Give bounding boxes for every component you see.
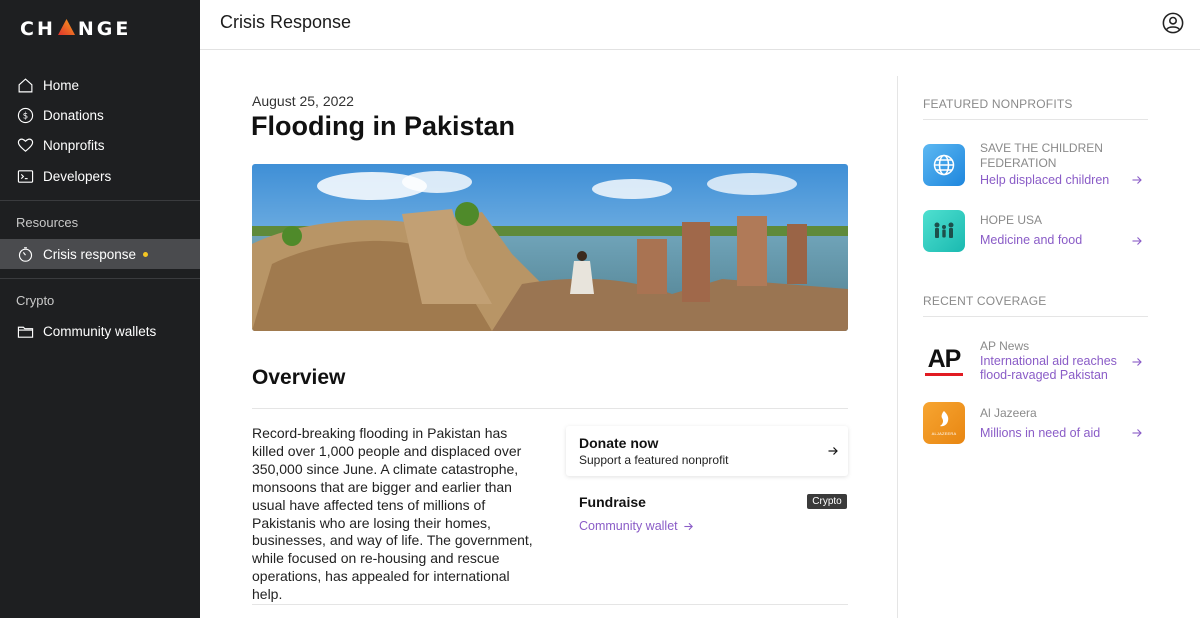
arrow-right-icon (827, 444, 839, 462)
arrow-right-icon[interactable] (1131, 355, 1143, 373)
sidebar-item-developers[interactable]: Developers (0, 161, 200, 191)
dollar-circle-icon: $ (16, 106, 34, 124)
sidebar-item-nonprofits[interactable]: Nonprofits (0, 130, 200, 160)
nonprofit-name-hope-usa: HOPE USA (980, 213, 1043, 227)
al-jazeera-emblem-icon (940, 411, 949, 427)
sidebar-section-crypto: Crypto (16, 293, 55, 308)
sidebar-section-resources: Resources (16, 215, 79, 230)
al-jazeera-logo: ALJAZEERA (923, 402, 965, 444)
right-column-divider (897, 76, 898, 618)
coverage-link-millions-in-need[interactable]: Millions in need of aid (980, 426, 1125, 440)
globe-icon (923, 144, 965, 186)
overview-heading: Overview (252, 366, 346, 389)
arrow-right-icon[interactable] (1131, 234, 1143, 252)
sidebar-item-crisis-response[interactable]: Crisis response (0, 239, 200, 269)
overview-divider (252, 408, 848, 409)
section-divider (252, 604, 848, 605)
sidebar-divider (0, 200, 200, 201)
logo-triangle-icon (57, 18, 75, 40)
community-wallet-link[interactable]: Community wallet (579, 519, 694, 533)
featured-nonprofits-heading: FEATURED NONPROFITS (923, 97, 1073, 111)
coverage-source-ap-news: AP News (980, 339, 1030, 353)
folder-icon (16, 322, 34, 340)
donate-now-title: Donate now (579, 435, 659, 451)
nonprofit-link-help-displaced-children[interactable]: Help displaced children (980, 173, 1125, 187)
sidebar-item-community-wallets[interactable]: Community wallets (0, 316, 200, 346)
change-logo[interactable]: CH NGE (20, 17, 131, 41)
top-header: Crisis Response (200, 0, 1200, 50)
coverage-source-al-jazeera: Al Jazeera (980, 406, 1037, 420)
sidebar: CH NGE Home $ Donations Nonprofits Devel… (0, 0, 200, 618)
coverage-divider (923, 316, 1148, 317)
page-header-title: Crisis Response (220, 12, 352, 32)
fundraise-title: Fundraise (579, 494, 646, 510)
family-icon (923, 210, 965, 252)
article-date: August 25, 2022 (252, 93, 354, 109)
svg-text:$: $ (22, 111, 27, 121)
arrow-right-icon (683, 521, 694, 532)
featured-divider (923, 119, 1148, 120)
heart-icon (16, 136, 34, 154)
nonprofit-name-save-the-children: SAVE THE CHILDREN FEDERATION (980, 141, 1103, 170)
arrow-right-icon[interactable] (1131, 173, 1143, 191)
active-indicator-dot (143, 251, 149, 257)
recent-coverage-heading: RECENT COVERAGE (923, 294, 1047, 308)
sidebar-item-donations[interactable]: $ Donations (0, 100, 200, 130)
ap-logo-underline (925, 373, 963, 376)
donate-now-card[interactable]: Donate now Support a featured nonprofit (566, 426, 848, 476)
nonprofit-link-medicine-and-food[interactable]: Medicine and food (980, 233, 1125, 247)
coverage-link-international-aid[interactable]: International aid reaches flood-ravaged … (980, 354, 1125, 382)
sidebar-item-home[interactable]: Home (0, 70, 200, 100)
arrow-right-icon[interactable] (1131, 426, 1143, 444)
user-circle-icon[interactable] (1162, 12, 1184, 39)
article-title: Flooding in Pakistan (251, 111, 516, 141)
home-icon (16, 76, 34, 94)
terminal-icon (16, 167, 34, 185)
sidebar-divider (0, 278, 200, 279)
hero-image-flood (252, 164, 848, 331)
article-body: Record-breaking flooding in Pakistan has… (252, 425, 533, 603)
ap-news-logo: AP (923, 340, 965, 382)
timer-icon (16, 245, 34, 263)
crypto-badge: Crypto (807, 494, 847, 509)
donate-now-subtitle: Support a featured nonprofit (579, 453, 729, 467)
